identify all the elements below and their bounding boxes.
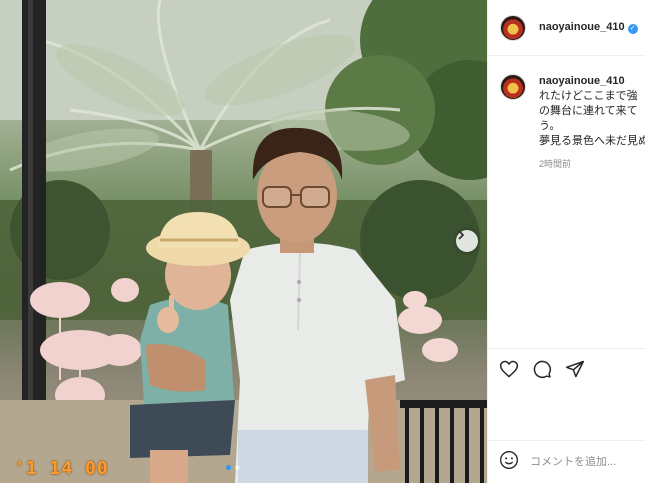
carousel-next-button[interactable] [456, 230, 478, 252]
carousel-dot [235, 465, 240, 470]
caption-line: 夢見る景色へ未だ見ぬ [539, 135, 645, 147]
caption-line: の舞台に連れて来て [539, 105, 638, 117]
share-button[interactable] [564, 358, 586, 380]
smiley-icon [500, 450, 518, 469]
photo-illustration [0, 0, 487, 483]
caption: naoyainoue_410 れたけどここまで強 の舞台に連れて来て う。 夢見… [500, 74, 645, 172]
comment-input[interactable] [530, 456, 635, 468]
emoji-button[interactable] [499, 450, 519, 475]
caption-username[interactable]: naoyainoue_410 [539, 74, 645, 89]
chevron-right-icon [458, 230, 465, 240]
verified-badge-icon: ✓ [627, 24, 638, 34]
carousel-indicator [226, 465, 240, 470]
heart-icon [499, 360, 519, 377]
caption-avatar[interactable] [500, 74, 526, 100]
action-bar [488, 348, 645, 388]
carousel-dot-active [226, 465, 231, 470]
comment-icon [533, 360, 552, 378]
post-photo[interactable]: '1 14 00 [0, 0, 487, 483]
caption-line: れたけどここまで強 [539, 90, 638, 102]
comment-button[interactable] [531, 358, 553, 380]
caption-line: う。 [539, 120, 561, 132]
caption-body: naoyainoue_410 れたけどここまで強 の舞台に連れて来て う。 夢見… [539, 74, 645, 172]
header-username[interactable]: naoyainoue_410 ✓ [539, 21, 638, 34]
post-sidebar: naoyainoue_410 ✓ naoyainoue_410 れたけどここまで強… [487, 0, 645, 483]
header-username-text[interactable]: naoyainoue_410 [539, 21, 625, 33]
like-button[interactable] [498, 358, 520, 380]
post-header: naoyainoue_410 ✓ [488, 0, 645, 56]
avatar[interactable] [500, 14, 526, 41]
date-stamp: '1 14 00 [14, 458, 109, 479]
send-icon [565, 360, 585, 377]
post-timestamp[interactable]: 2時間前 [539, 157, 645, 172]
comment-bar [488, 440, 645, 483]
